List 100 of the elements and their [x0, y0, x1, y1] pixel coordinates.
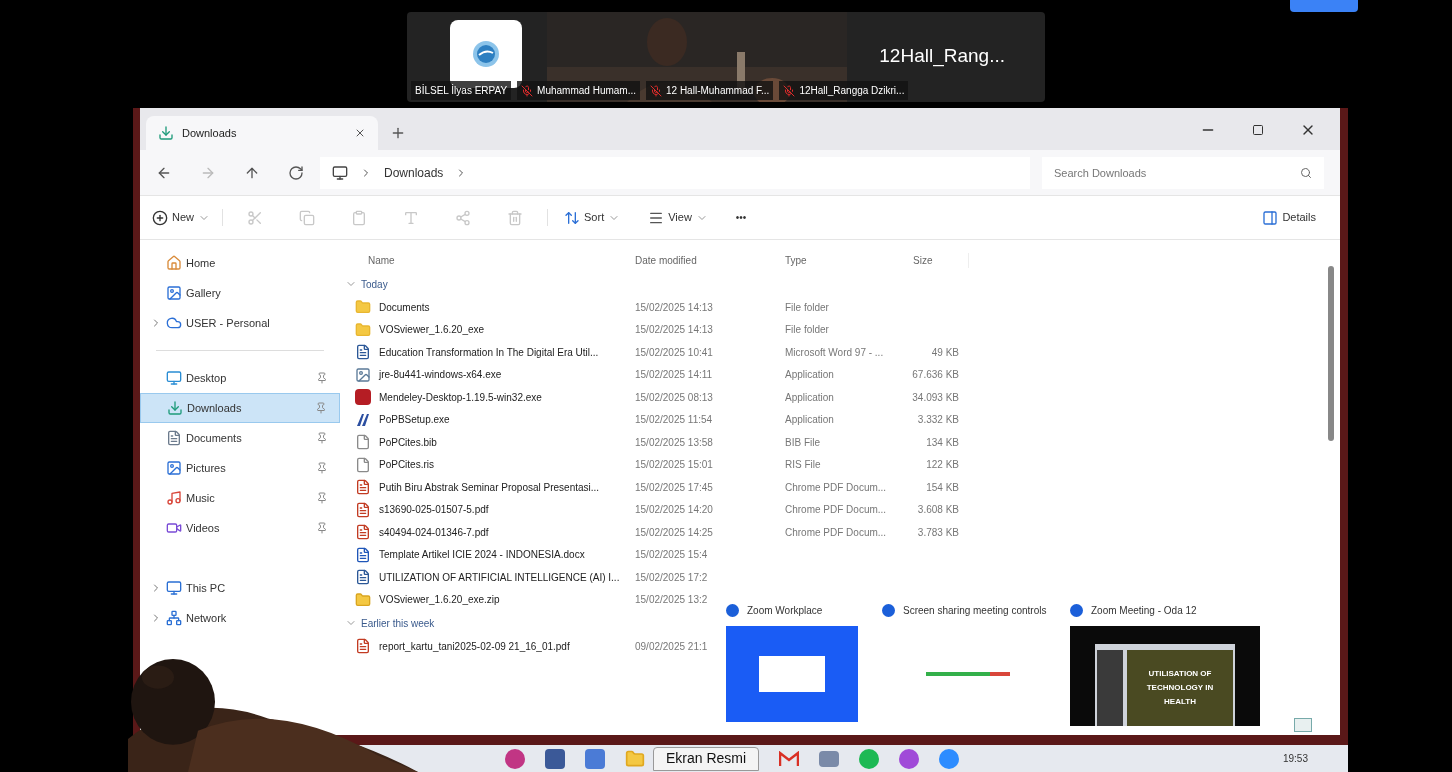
sidebar-item[interactable]: Desktop — [140, 363, 340, 393]
file-row[interactable]: VOSviewer_1.6.20_exe.zip 15/02/2025 13:2 — [345, 588, 708, 611]
word-document-icon — [355, 344, 371, 361]
file-name: s13690-025-01507-5.pdf — [379, 503, 489, 518]
file-row[interactable]: PoPCites.ris 15/02/2025 15:01 RIS File 122 KB — [345, 453, 959, 476]
file-row[interactable]: Putih Biru Abstrak Seminar Proposal Presentasi... 15/02/2025 17:45 Chrome PDF Docum... 154 KB — [345, 476, 959, 499]
sort-button[interactable]: Sort — [547, 209, 621, 226]
download-icon — [167, 400, 183, 416]
window-tab[interactable]: Downloads — [146, 116, 378, 150]
sidebar-item[interactable]: Documents — [140, 423, 340, 453]
close-tab-icon[interactable] — [354, 127, 366, 139]
view-button[interactable]: View — [648, 209, 708, 226]
file-name: VOSviewer_1.6.20_exe.zip — [379, 593, 500, 608]
type-cell-text: Chrome PDF Docum... — [784, 480, 888, 495]
switcher-item[interactable]: Zoom Meeting - Oda 12 UTILISATION OF TECHNOLOGY IN HEALTH — [1070, 603, 1260, 733]
file-row[interactable]: UTILIZATION OF ARTIFICIAL INTELLIGENCE (AI) I... 15/02/2025 17:2 — [345, 566, 708, 589]
new-button[interactable]: New — [152, 209, 223, 226]
application-icon — [355, 366, 371, 383]
type-cell-text: BIB File — [784, 435, 821, 450]
file-row[interactable]: s13690-025-01507-5.pdf 15/02/2025 14:20 Chrome PDF Docum... 3.608 KB — [345, 498, 959, 521]
date-cell-text: 15/02/2025 15:4 — [634, 548, 708, 563]
participant-name: 12Hall_Rang... — [879, 44, 1005, 69]
taskbar-button[interactable]: Ekran Resmi — [653, 746, 760, 771]
refresh-icon[interactable] — [288, 164, 304, 181]
sidebar-item[interactable]: Network — [140, 603, 340, 633]
share-icon[interactable] — [455, 209, 471, 226]
file-row[interactable]: Mendeley-Desktop-1.19.5-win32.exe 15/02/2025 08:13 Application 34.093 KB — [345, 386, 959, 409]
cut-icon[interactable] — [247, 209, 263, 226]
document-icon — [166, 430, 182, 446]
type-cell-text: Microsoft Word 97 - ... — [784, 345, 885, 360]
address-bar[interactable]: Downloads — [320, 156, 1030, 189]
column-header[interactable]: Size — [909, 252, 969, 268]
date-cell-text: 15/02/2025 14:13 — [634, 323, 714, 338]
folder-icon — [355, 321, 371, 338]
clock: 19:53 — [1282, 752, 1308, 766]
folder-icon[interactable] — [625, 748, 645, 769]
size-cell-text: 3.783 KB — [916, 525, 959, 540]
file-row[interactable]: jre-8u441-windows-x64.exe 15/02/2025 14:11 Application 67.636 KB — [345, 363, 959, 386]
date-cell-text: 15/02/2025 17:2 — [634, 570, 708, 585]
size-cell-text: 122 KB — [925, 458, 959, 473]
search-icon — [1300, 166, 1312, 179]
taskbar-app-icon[interactable] — [505, 748, 525, 769]
file-icon — [355, 456, 371, 473]
sidebar-item[interactable]: USER - Personal — [140, 308, 340, 338]
switcher-item[interactable]: Screen sharing meeting controls — [882, 603, 1054, 733]
pdf-icon — [355, 638, 371, 655]
column-header[interactable]: Name — [345, 252, 631, 268]
new-tab-icon[interactable] — [390, 125, 406, 141]
sidebar-item[interactable]: Pictures — [140, 453, 340, 483]
column-header[interactable]: Type — [781, 252, 909, 268]
column-header[interactable]: Date modified — [631, 252, 781, 268]
rename-icon[interactable] — [403, 209, 419, 226]
mail-icon[interactable] — [779, 750, 800, 767]
copy-icon[interactable] — [299, 209, 315, 226]
taskbar-app-icon[interactable] — [585, 748, 605, 769]
size-cell-text: 34.093 KB — [911, 390, 959, 405]
date-cell-text: 15/02/2025 13:58 — [634, 435, 714, 450]
computer-icon — [166, 580, 182, 596]
setup-icon — [355, 411, 371, 428]
file-row[interactable]: Template Artikel ICIE 2024 - INDONESIA.docx 15/02/2025 15:4 — [345, 543, 708, 566]
file-name: jre-8u441-windows-x64.exe — [379, 368, 502, 383]
more-button[interactable]: ••• — [735, 210, 747, 225]
app-icon[interactable] — [899, 748, 920, 769]
music-icon — [166, 490, 182, 506]
file-row[interactable]: VOSviewer_1.6.20_exe 15/02/2025 14:13 File folder — [345, 318, 909, 341]
size-cell-text: 3.332 KB — [916, 413, 959, 428]
window-icon[interactable] — [1294, 718, 1312, 732]
file-row[interactable]: Education Transformation In The Digital Era Util... 15/02/2025 10:41 Microsoft Word 97 - ... 49 KB — [345, 341, 959, 364]
scrollbar[interactable] — [1328, 266, 1334, 441]
sidebar-item[interactable]: Downloads — [140, 393, 340, 423]
file-row[interactable]: PoPBSetup.exe 15/02/2025 11:54 Application 3.332 KB — [345, 408, 959, 431]
file-row[interactable]: report_kartu_tani2025-02-09 21_16_01.pdf 09/02/2025 21:1 — [345, 635, 708, 658]
group-header[interactable]: Earlier this week — [345, 611, 435, 635]
date-cell-text: 15/02/2025 10:41 — [634, 345, 714, 360]
maximize-icon[interactable] — [1252, 124, 1264, 136]
file-row[interactable]: Documents 15/02/2025 14:13 File folder — [345, 296, 909, 319]
gallery-icon — [166, 285, 182, 301]
delete-icon[interactable] — [507, 209, 523, 226]
participant-label: Muhammad Humam... — [517, 81, 640, 100]
group-header[interactable]: Today — [345, 272, 388, 296]
date-cell-text: 15/02/2025 08:13 — [634, 390, 714, 405]
file-name: report_kartu_tani2025-02-09 21_16_01.pdf — [379, 639, 570, 654]
type-cell-text: File folder — [784, 323, 830, 338]
taskbar-app-icon[interactable] — [545, 748, 565, 769]
participant-label: 12 Hall-Muhammad F... — [646, 81, 774, 100]
search-field[interactable]: Search Downloads — [1042, 156, 1324, 189]
file-name: Education Transformation In The Digital Era Util... — [379, 345, 599, 360]
slide-title: UTILISATION OF — [1148, 668, 1212, 680]
file-name: Documents — [379, 300, 430, 315]
sidebar-item[interactable]: Gallery — [140, 278, 340, 308]
sidebar-item[interactable]: Videos — [140, 513, 340, 543]
file-row[interactable]: PoPCites.bib 15/02/2025 13:58 BIB File 134 KB — [345, 431, 959, 454]
sidebar-item[interactable]: Home — [140, 248, 340, 278]
sidebar-item[interactable]: This PC — [140, 573, 340, 603]
details-button[interactable]: Details — [1262, 209, 1316, 226]
paste-icon[interactable] — [351, 209, 367, 226]
sidebar-item[interactable]: Music — [140, 483, 340, 513]
file-row[interactable]: s40494-024-01346-7.pdf 15/02/2025 14:25 Chrome PDF Docum... 3.783 KB — [345, 521, 959, 544]
switcher-item[interactable]: Zoom Workplace — [726, 603, 866, 733]
breadcrumb-item[interactable]: Downloads — [384, 163, 444, 182]
